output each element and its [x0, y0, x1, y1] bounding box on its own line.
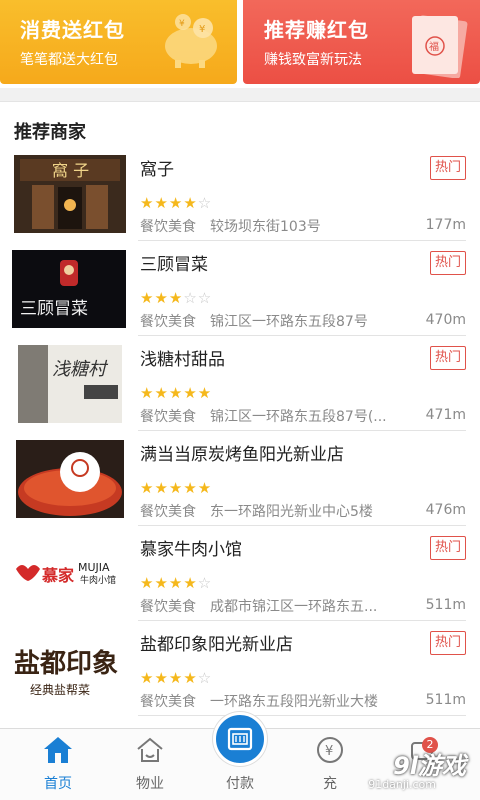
merchant-address: 较场坝东街103号: [210, 219, 321, 235]
merchant-row[interactable]: 慕家 MUJIA 牛肉小馆 慕家牛肉小馆 热门 ★★★★☆ 餐饮美食 成都市锦江区…: [0, 526, 480, 621]
property-icon: [137, 737, 163, 762]
stars-empty: ☆: [197, 669, 213, 687]
star-rating: ★★★★☆: [140, 669, 212, 687]
merchant-row[interactable]: 三顾冒菜 三顾冒菜 热门 ★★★☆☆ 餐饮美食 锦江区一环路东五段87号 470m: [0, 241, 480, 336]
merchant-row[interactable]: 浅糖村 浅糖村甜品 热门 ★★★★★ 餐饮美食 锦江区一环路东五段87号(... …: [0, 336, 480, 431]
logo-text: 牛肉小馆: [80, 574, 116, 586]
merchant-category: 餐饮美食: [140, 219, 196, 235]
watermark: 9l游戏 91danji.com: [316, 740, 466, 794]
merchant-category: 餐饮美食: [140, 409, 196, 425]
watermark-logo: 9l游戏: [393, 752, 466, 780]
merchant-distance: 511m: [425, 597, 466, 613]
stars-filled: ★★★★: [140, 669, 198, 687]
merchant-list: 窩 子 窩子 热门 ★★★★☆ 餐饮美食 较场坝东街103号 177m 三顾冒菜 …: [0, 146, 480, 716]
merchant-thumbnail: 窩 子: [14, 155, 126, 233]
merchant-meta: 餐饮美食 一环路东五段阳光新业大楼: [140, 691, 378, 711]
merchant-address: 一环路东五段阳光新业大楼: [210, 694, 378, 710]
red-envelope-icon: 福: [412, 15, 468, 78]
payment-card-icon: [227, 727, 253, 751]
stars-empty: ☆: [197, 194, 213, 212]
merchant-thumbnail: 三顾冒菜: [12, 250, 126, 328]
merchant-address: 锦江区一环路东五段87号: [210, 314, 368, 330]
payment-button[interactable]: [213, 712, 267, 766]
merchant-category: 餐饮美食: [140, 694, 196, 710]
nav-label: 物业: [136, 776, 164, 792]
svg-text:窩 子: 窩 子: [52, 161, 89, 180]
merchant-distance: 476m: [425, 502, 466, 518]
merchant-distance: 471m: [425, 407, 466, 423]
logo-text: 慕家: [41, 566, 75, 585]
merchant-name: 满当当原炭烤鱼阳光新业店: [140, 445, 344, 465]
hot-badge: 热门: [430, 536, 466, 560]
svg-text:¥: ¥: [199, 24, 205, 35]
hot-badge: 热门: [430, 346, 466, 370]
merchant-thumbnail: 浅糖村: [18, 345, 122, 423]
hot-badge: 热门: [430, 631, 466, 655]
merchant-category: 餐饮美食: [140, 599, 196, 615]
merchant-distance: 511m: [425, 692, 466, 708]
merchant-name: 窩子: [140, 160, 174, 180]
merchant-category: 餐饮美食: [140, 504, 196, 520]
promo-subtitle: 赚钱致富新玩法: [264, 52, 362, 68]
stars-filled: ★★★★★: [140, 479, 213, 497]
merchant-address: 东一环路阳光新业中心5楼: [210, 504, 373, 520]
nav-home[interactable]: 首页: [10, 729, 106, 800]
merchant-category: 餐饮美食: [140, 314, 196, 330]
merchant-distance: 177m: [425, 217, 466, 233]
star-rating: ★★★★☆: [140, 574, 212, 592]
stars-filled: ★★★★: [140, 574, 198, 592]
hot-badge: 热门: [430, 156, 466, 180]
hot-badge: 热门: [430, 251, 466, 275]
merchant-meta: 餐饮美食 锦江区一环路东五段87号: [140, 311, 368, 331]
watermark-url: 91danji.com: [368, 778, 436, 791]
merchant-name: 浅糖村甜品: [140, 350, 225, 370]
merchant-row[interactable]: 盐都印象 经典盐帮菜 盐都印象阳光新业店 热门 ★★★★☆ 餐饮美食 一环路东五段…: [0, 621, 480, 716]
merchant-name: 三顾冒菜: [140, 255, 208, 275]
merchant-meta: 餐饮美食 锦江区一环路东五段87号(...: [140, 406, 387, 426]
promo-title: 消费送红包: [20, 18, 125, 42]
merchant-thumbnail: 盐都印象 经典盐帮菜: [12, 630, 128, 708]
logo-text: 三顾冒菜: [20, 299, 88, 319]
merchant-thumbnail: 慕家 MUJIA 牛肉小馆: [12, 535, 128, 613]
stars-filled: ★★★★: [140, 194, 198, 212]
nav-property[interactable]: 物业: [102, 729, 198, 800]
merchant-address: 成都市锦江区一环路东五...: [210, 599, 378, 615]
merchant-thumbnail: [16, 440, 124, 518]
star-rating: ★★★★☆: [140, 194, 212, 212]
merchant-address: 锦江区一环路东五段87号(...: [210, 409, 387, 425]
stars-filled: ★★★★★: [140, 384, 213, 402]
svg-text:福: 福: [429, 40, 439, 53]
promo-title: 推荐赚红包: [264, 18, 369, 42]
stars-empty: ☆: [197, 574, 213, 592]
svg-text:浅糖村: 浅糖村: [52, 359, 109, 380]
stars-filled: ★★★: [140, 289, 184, 307]
merchant-row[interactable]: 窩 子 窩子 热门 ★★★★☆ 餐饮美食 较场坝东街103号 177m: [0, 146, 480, 241]
svg-text:¥: ¥: [179, 19, 185, 29]
section-divider: [0, 88, 480, 102]
piggy-bank-icon: ¥ ¥: [165, 14, 217, 68]
promo-consume-redpacket[interactable]: 消费送红包 笔笔都送大红包 ¥ ¥: [0, 0, 237, 84]
promo-subtitle: 笔笔都送大红包: [20, 52, 118, 68]
star-rating: ★★★★★: [140, 384, 212, 402]
merchant-meta: 餐饮美食 较场坝东街103号: [140, 216, 321, 236]
star-rating: ★★★★★: [140, 479, 212, 497]
stars-empty: ☆☆: [183, 289, 213, 307]
merchant-name: 盐都印象阳光新业店: [140, 635, 293, 655]
promo-banner-row: 消费送红包 笔笔都送大红包 ¥ ¥ 推荐赚红包 赚钱致富新玩法 福: [0, 0, 480, 88]
section-title: 推荐商家: [14, 122, 86, 143]
logo-text: 盐都印象: [14, 648, 118, 679]
merchant-meta: 餐饮美食 成都市锦江区一环路东五...: [140, 596, 377, 616]
logo-text: MUJIA: [78, 561, 110, 574]
merchant-meta: 餐饮美食 东一环路阳光新业中心5楼: [140, 501, 373, 521]
nav-label: 付款: [226, 776, 254, 792]
promo-referral-redpacket[interactable]: 推荐赚红包 赚钱致富新玩法 福: [243, 0, 480, 84]
merchant-name: 慕家牛肉小馆: [140, 540, 242, 560]
nav-label: 首页: [44, 776, 72, 792]
merchant-distance: 470m: [425, 312, 466, 328]
home-icon: [44, 737, 72, 763]
logo-text: 经典盐帮菜: [30, 683, 90, 697]
merchant-row[interactable]: 满当当原炭烤鱼阳光新业店 ★★★★★ 餐饮美食 东一环路阳光新业中心5楼 476m: [0, 431, 480, 526]
star-rating: ★★★☆☆: [140, 289, 212, 307]
